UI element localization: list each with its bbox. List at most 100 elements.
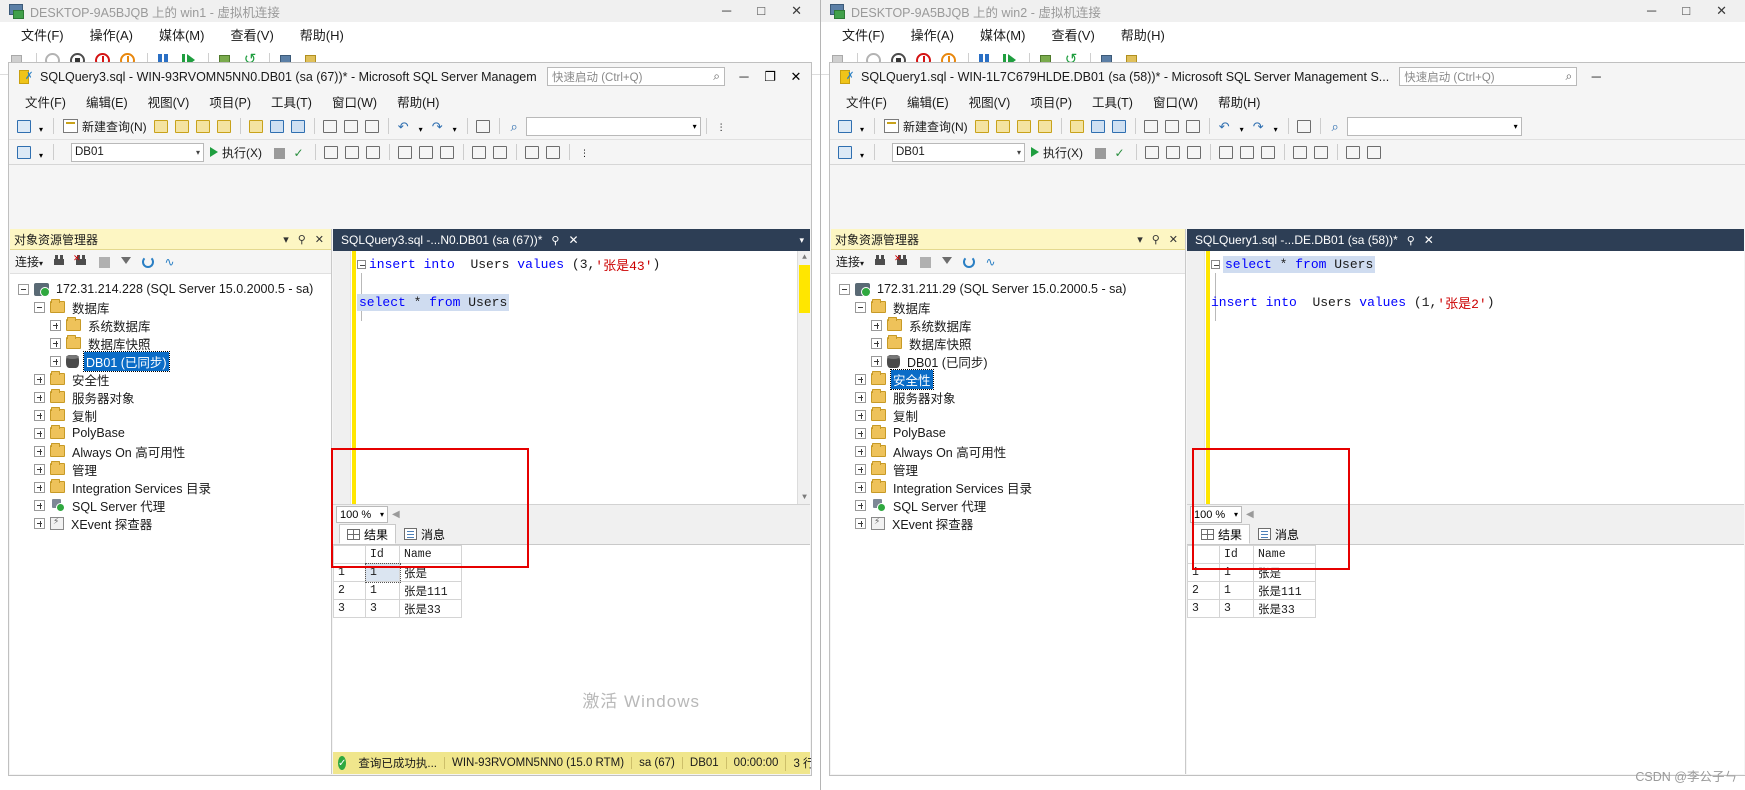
panel-pin-icon[interactable]: ⚲ bbox=[1152, 233, 1160, 246]
ssms-close-button[interactable]: ✕ bbox=[783, 69, 809, 85]
expander-icon[interactable] bbox=[855, 499, 866, 511]
panel-close-icon[interactable]: ✕ bbox=[315, 233, 324, 246]
comment-icon[interactable] bbox=[469, 143, 488, 161]
new-mdx-query-icon[interactable] bbox=[172, 117, 191, 135]
stop-icon[interactable] bbox=[1089, 143, 1108, 161]
tree-node-0[interactable]: 172.31.214.228 (SQL Server 15.0.2000.5 -… bbox=[10, 280, 331, 298]
save-all-icon[interactable] bbox=[288, 117, 307, 135]
vm-menu-view[interactable]: 查看(V) bbox=[1038, 25, 1107, 44]
new-mdx-query-icon[interactable] bbox=[993, 117, 1012, 135]
expander-icon[interactable] bbox=[871, 337, 882, 349]
expander-icon[interactable] bbox=[839, 283, 850, 295]
cell-id[interactable]: 3 bbox=[1219, 599, 1254, 618]
new-query-button[interactable]: 新建查询(N) bbox=[884, 118, 968, 135]
table-row[interactable]: 2 1 张是111 bbox=[1187, 581, 1316, 600]
dropdown-icon[interactable]: ▾ bbox=[35, 117, 46, 135]
redo-dropdown-icon[interactable]: ▾ bbox=[449, 117, 460, 135]
tree-node-9[interactable]: Always On 高可用性 bbox=[10, 442, 331, 460]
results-to-text-icon[interactable] bbox=[395, 143, 414, 161]
redo-dropdown-icon[interactable]: ▾ bbox=[1270, 117, 1281, 135]
tree-node-1[interactable]: 数据库 bbox=[10, 298, 331, 316]
database-selector[interactable]: DB01 ▾ bbox=[892, 142, 1025, 162]
panel-close-icon[interactable]: ✕ bbox=[1169, 233, 1178, 246]
display-estimated-plan-icon[interactable] bbox=[1142, 143, 1161, 161]
include-actual-plan-icon[interactable] bbox=[342, 143, 361, 161]
new-dmx-query-icon[interactable] bbox=[1014, 117, 1033, 135]
vm-menu-file[interactable]: 文件(F) bbox=[8, 25, 77, 44]
tree-node-11[interactable]: Integration Services 目录 bbox=[831, 478, 1185, 496]
expander-icon[interactable] bbox=[34, 481, 45, 493]
tree-node-0[interactable]: 172.31.211.29 (SQL Server 15.0.2000.5 - … bbox=[831, 280, 1185, 298]
panel-dropdown-icon[interactable]: ▾ bbox=[1137, 233, 1143, 246]
expander-icon[interactable] bbox=[50, 319, 61, 331]
fold-toggle-icon[interactable] bbox=[1211, 260, 1220, 269]
cut-icon[interactable] bbox=[320, 117, 339, 135]
table-row[interactable]: 3 3 张是33 bbox=[333, 599, 462, 618]
cell-name[interactable]: 张是111 bbox=[1253, 581, 1316, 600]
minimize-button[interactable]: ─ bbox=[722, 3, 731, 19]
tree-node-13[interactable]: XEvent 探查器 bbox=[10, 514, 331, 532]
toolbar-overflow-icon[interactable]: ⋮ bbox=[712, 117, 731, 135]
menu-help[interactable]: 帮助(H) bbox=[1208, 92, 1270, 111]
maximize-button[interactable]: □ bbox=[1682, 3, 1690, 19]
expander-icon[interactable] bbox=[855, 445, 866, 457]
tree-node-7[interactable]: 复制 bbox=[831, 406, 1185, 424]
expander-icon[interactable] bbox=[855, 427, 866, 439]
new-dmx-query-icon[interactable] bbox=[193, 117, 212, 135]
connection-dropdown-icon[interactable]: ▾ bbox=[35, 143, 46, 161]
vm-menu-help[interactable]: 帮助(H) bbox=[1108, 25, 1178, 44]
menu-tools[interactable]: 工具(T) bbox=[1082, 92, 1143, 111]
editor-horizontal-scrollbar[interactable]: ◀ bbox=[392, 507, 810, 522]
results-to-grid-icon[interactable] bbox=[1237, 143, 1256, 161]
filter-icon[interactable] bbox=[937, 253, 956, 271]
tab-pin-icon[interactable]: ⚲ bbox=[551, 234, 559, 247]
ssms-restore-button[interactable]: ❐ bbox=[757, 69, 783, 85]
save-icon[interactable] bbox=[1088, 117, 1107, 135]
execute-button[interactable]: 执行(X) bbox=[1031, 144, 1083, 161]
stop-icon[interactable] bbox=[268, 143, 287, 161]
display-estimated-plan-icon[interactable] bbox=[321, 143, 340, 161]
vm-menu-file[interactable]: 文件(F) bbox=[829, 25, 898, 44]
cell-id[interactable]: 1 bbox=[365, 581, 400, 600]
tab-messages[interactable]: 消息 bbox=[396, 524, 453, 544]
tab-results[interactable]: 结果 bbox=[339, 524, 397, 544]
tree-node-6[interactable]: 服务器对象 bbox=[10, 388, 331, 406]
cut-icon[interactable] bbox=[1141, 117, 1160, 135]
connection-dropdown-icon[interactable]: ▾ bbox=[856, 143, 867, 161]
fold-toggle-icon[interactable] bbox=[357, 260, 366, 269]
scroll-down-arrow[interactable]: ▼ bbox=[798, 491, 810, 504]
parse-icon[interactable]: ✓ bbox=[289, 143, 308, 161]
table-row[interactable]: 1 1 张是 bbox=[333, 562, 462, 583]
tree-node-1[interactable]: 数据库 bbox=[831, 298, 1185, 316]
column-header-id[interactable]: Id bbox=[1219, 545, 1254, 564]
expander-icon[interactable] bbox=[855, 409, 866, 421]
tree-node-5[interactable]: 安全性 bbox=[10, 370, 331, 388]
toolbar-overflow2-icon[interactable]: ⋮ bbox=[575, 143, 594, 161]
tree-node-7[interactable]: 复制 bbox=[10, 406, 331, 424]
column-header-name[interactable]: Name bbox=[399, 545, 462, 564]
parse-icon[interactable]: ✓ bbox=[1110, 143, 1129, 161]
maximize-button[interactable]: □ bbox=[757, 3, 765, 19]
zoom-selector[interactable]: 100 % ▾ bbox=[336, 506, 388, 523]
tree-node-3[interactable]: 数据库快照 bbox=[831, 334, 1185, 352]
find-combo[interactable]: ▾ bbox=[525, 116, 701, 136]
cell-name[interactable]: 张是111 bbox=[399, 581, 462, 600]
tree-node-9[interactable]: Always On 高可用性 bbox=[831, 442, 1185, 460]
expander-icon[interactable] bbox=[34, 499, 45, 511]
panel-dropdown-icon[interactable]: ▾ bbox=[283, 233, 289, 246]
execute-button[interactable]: 执行(X) bbox=[210, 144, 262, 161]
tree-node-12[interactable]: SQL Server 代理 bbox=[831, 496, 1185, 514]
tree-node-5[interactable]: 安全性 bbox=[831, 368, 1185, 390]
connect-icon[interactable] bbox=[50, 253, 69, 271]
expander-icon[interactable] bbox=[855, 481, 866, 493]
menu-window[interactable]: 窗口(W) bbox=[1143, 92, 1208, 111]
comment-icon[interactable] bbox=[1290, 143, 1309, 161]
save-all-icon[interactable] bbox=[1109, 117, 1128, 135]
undo-dropdown-icon[interactable]: ▾ bbox=[415, 117, 426, 135]
tree-node-2[interactable]: 系统数据库 bbox=[831, 316, 1185, 334]
find-icon[interactable]: ⌕ bbox=[1326, 117, 1345, 135]
new-analysis-query-icon[interactable] bbox=[972, 117, 991, 135]
expander-icon[interactable] bbox=[34, 391, 45, 403]
increase-indent-icon[interactable] bbox=[543, 143, 562, 161]
minimize-button[interactable]: ─ bbox=[1647, 3, 1656, 19]
